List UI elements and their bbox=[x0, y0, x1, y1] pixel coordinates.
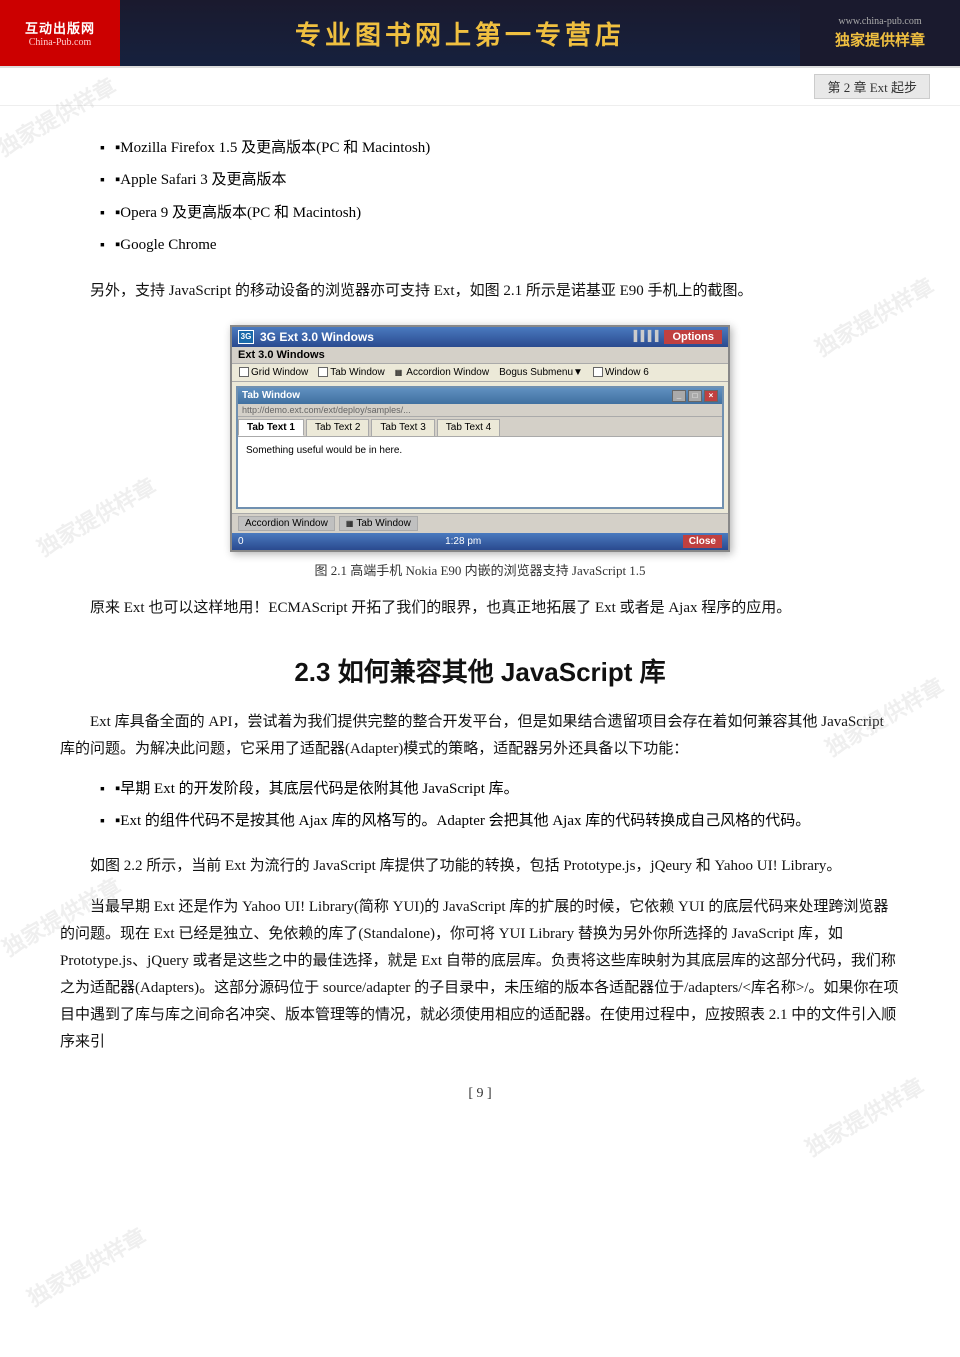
ext-signal-icon: ▐▐▐▐ bbox=[630, 331, 658, 342]
header-url: www.china-pub.com bbox=[838, 16, 921, 27]
header-center: 专业图书网上第一专营店 bbox=[120, 0, 800, 66]
logo-name: 互动出版网 bbox=[25, 18, 95, 37]
ext-tabs: Tab Text 1 Tab Text 2 Tab Text 3 Tab Tex… bbox=[238, 417, 722, 437]
header-slogan: 独家提供样章 bbox=[835, 29, 925, 50]
list-item: ▪ Opera 9 及更高版本(PC 和 Macintosh) bbox=[100, 201, 900, 225]
list-item: ▪ Google Chrome bbox=[100, 233, 900, 257]
ext-accordion-tab[interactable]: Accordion Window bbox=[238, 516, 335, 531]
ext-logo-icon: 3G bbox=[238, 330, 254, 344]
ext-menu-bogus[interactable]: Bogus Submenu▼ bbox=[496, 366, 586, 379]
ext-subtitle: Ext 3.0 Windows bbox=[232, 347, 728, 364]
ext-minimize-button[interactable]: _ bbox=[672, 390, 686, 402]
ext-menu-grid[interactable]: Grid Window bbox=[236, 366, 311, 379]
ext-menu-accordion[interactable]: ▦ Accordion Window bbox=[392, 366, 492, 379]
site-header: 互动出版网 China-Pub.com 专业图书网上第一专营店 www.chin… bbox=[0, 0, 960, 68]
paragraph-5: 当最早期 Ext 还是作为 Yahoo UI! Library(简称 YUI)的… bbox=[60, 894, 900, 1056]
paragraph-1: 另外，支持 JavaScript 的移动设备的浏览器亦可支持 Ext，如图 2.… bbox=[60, 278, 900, 305]
ext-menu-tab[interactable]: Tab Window bbox=[315, 366, 387, 379]
paragraph-4: 如图 2.2 所示，当前 Ext 为流行的 JavaScript 库提供了功能的… bbox=[60, 853, 900, 880]
ext-checkbox-grid bbox=[239, 367, 249, 377]
ext-checkbox-win6 bbox=[593, 367, 603, 377]
ext-close-button[interactable]: × bbox=[704, 390, 718, 402]
header-right-area: www.china-pub.com 独家提供样章 bbox=[800, 0, 960, 66]
ext-bottom-bar: Accordion Window ▦ Tab Window bbox=[232, 513, 728, 533]
ext-menu-window6[interactable]: Window 6 bbox=[590, 366, 652, 379]
list-item: ▪ Ext 的组件代码不是按其他 Ajax 库的风格写的。Adapter 会把其… bbox=[100, 809, 900, 833]
paragraph-2: 原来 Ext 也可以这样地用！ECMAScript 开拓了我们的眼界，也真正地拓… bbox=[60, 595, 900, 622]
ext-inner-title-bar: Tab Window _ □ × bbox=[238, 388, 722, 404]
section-heading: 2.3 如何兼容其他 JavaScript 库 bbox=[60, 652, 900, 689]
site-title: 专业图书网上第一专营店 bbox=[295, 15, 625, 52]
ext-title-bar: 3G 3G Ext 3.0 Windows ▐▐▐▐ Options bbox=[232, 327, 728, 347]
ext-accordion-icon: ▦ bbox=[395, 368, 403, 377]
ext-tab-2[interactable]: Tab Text 2 bbox=[306, 419, 369, 436]
ext-window-tab[interactable]: ▦ Tab Window bbox=[339, 516, 418, 531]
browser-list: ▪ Mozilla Firefox 1.5 及更高版本(PC 和 Macinto… bbox=[100, 136, 900, 258]
ext-tab-4[interactable]: Tab Text 4 bbox=[437, 419, 500, 436]
ext-tab-icon: ▦ bbox=[346, 519, 354, 528]
list-item: ▪ Apple Safari 3 及更高版本 bbox=[100, 168, 900, 192]
logo-url: China-Pub.com bbox=[29, 37, 92, 48]
ext-close-status-button[interactable]: Close bbox=[683, 535, 722, 548]
paragraph-3: Ext 库具备全面的 API，尝试着为我们提供完整的整合开发平台，但是如果结合遗… bbox=[60, 709, 900, 763]
adapter-list: ▪ 早期 Ext 的开发阶段，其底层代码是依附其他 JavaScript 库。 … bbox=[100, 777, 900, 834]
figure-caption-1: 图 2.1 高端手机 Nokia E90 内嵌的浏览器支持 JavaScript… bbox=[314, 560, 645, 579]
list-item: ▪ 早期 Ext 的开发阶段，其底层代码是依附其他 JavaScript 库。 bbox=[100, 777, 900, 801]
chapter-bar: 第 2 章 Ext 起步 bbox=[0, 68, 960, 106]
figure-1: 3G 3G Ext 3.0 Windows ▐▐▐▐ Options Ext 3… bbox=[220, 325, 740, 585]
chapter-badge: 第 2 章 Ext 起步 bbox=[814, 74, 930, 99]
list-item: ▪ Mozilla Firefox 1.5 及更高版本(PC 和 Macinto… bbox=[100, 136, 900, 160]
logo-area: 互动出版网 China-Pub.com bbox=[0, 0, 120, 66]
ext-screenshot: 3G 3G Ext 3.0 Windows ▐▐▐▐ Options Ext 3… bbox=[230, 325, 730, 552]
page-number: [ 9 ] bbox=[60, 1086, 900, 1122]
ext-tab-1[interactable]: Tab Text 1 bbox=[238, 419, 304, 436]
ext-options-button[interactable]: Options bbox=[664, 330, 722, 344]
ext-restore-button[interactable]: □ bbox=[688, 390, 702, 402]
ext-tab-content: Something useful would be in here. bbox=[238, 437, 722, 507]
ext-status-bar: 0 1:28 pm Close bbox=[232, 533, 728, 550]
ext-url-bar: http://demo.ext.com/ext/deploy/samples/.… bbox=[238, 404, 722, 417]
ext-checkbox-tab bbox=[318, 367, 328, 377]
ext-tab-3[interactable]: Tab Text 3 bbox=[371, 419, 434, 436]
ext-menu-bar: Grid Window Tab Window ▦ Accordion Windo… bbox=[232, 364, 728, 382]
ext-title-text: 3G Ext 3.0 Windows bbox=[260, 330, 374, 344]
ext-inner-window: Tab Window _ □ × http://demo.ext.com/ext… bbox=[236, 386, 724, 509]
main-content: ▪ Mozilla Firefox 1.5 及更高版本(PC 和 Macinto… bbox=[0, 106, 960, 1162]
